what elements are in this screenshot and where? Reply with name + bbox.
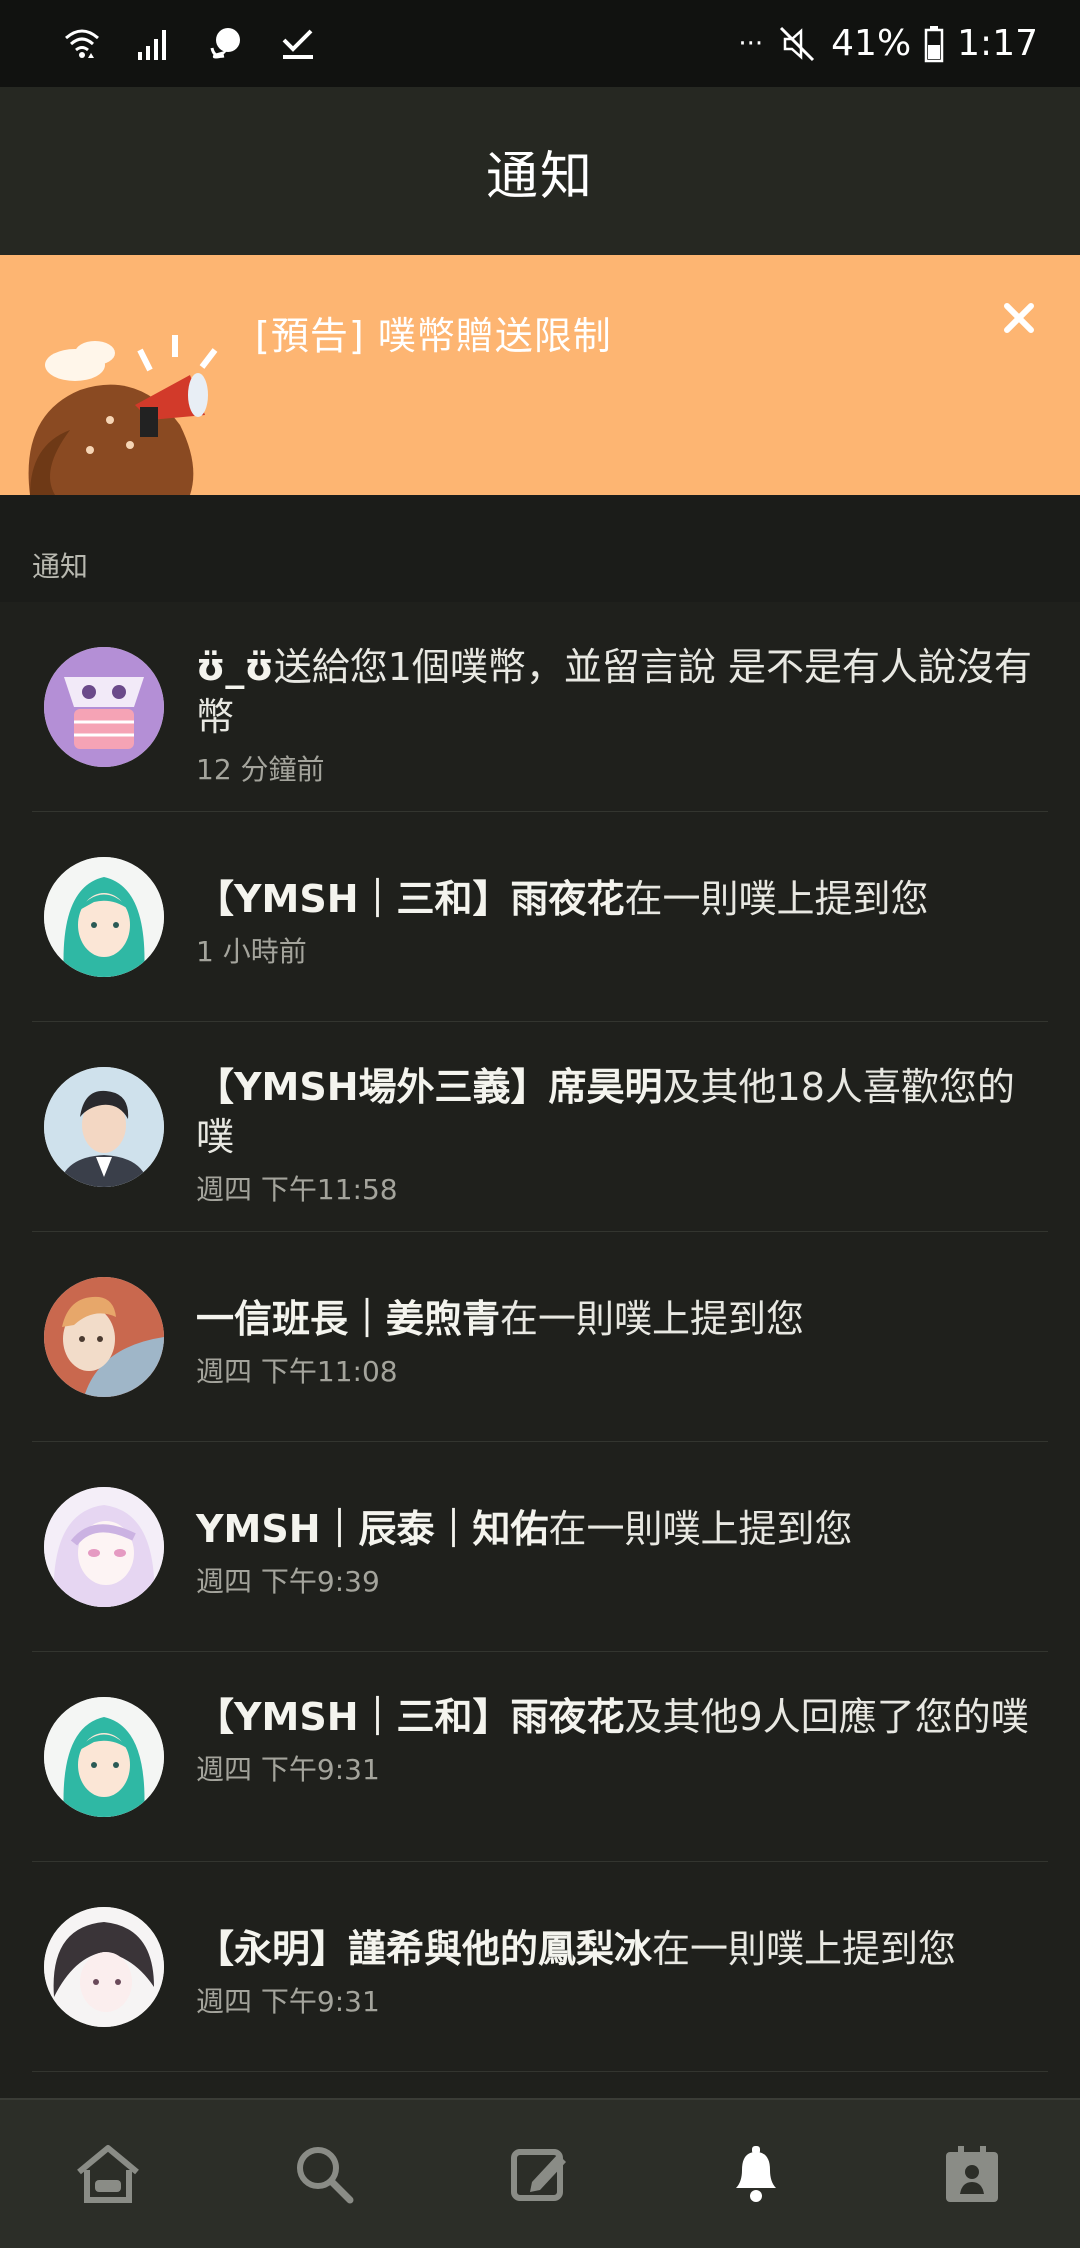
notification-user[interactable]: 【YMSH｜三和】雨夜花 bbox=[196, 1695, 625, 1739]
bell-icon[interactable] bbox=[711, 2129, 801, 2219]
teal-hair-avatar[interactable] bbox=[44, 1697, 164, 1817]
notification-action: 在一則噗上提到您 bbox=[548, 1507, 853, 1551]
battery-icon bbox=[923, 22, 945, 66]
suit-man-avatar[interactable] bbox=[44, 1067, 164, 1187]
mask-avatar[interactable] bbox=[44, 647, 164, 767]
section-header: 通知 bbox=[0, 495, 1080, 602]
mute-icon bbox=[775, 22, 819, 66]
notification-time: 週四 下午9:31 bbox=[196, 1753, 380, 1786]
notification-time: 1 小時前 bbox=[196, 935, 307, 968]
notification-time: 週四 下午9:39 bbox=[196, 1565, 380, 1598]
notification-time: 週四 下午11:08 bbox=[196, 1355, 398, 1388]
notification-action: 在一則噗上提到您 bbox=[652, 1927, 957, 1971]
clock: 1:17 bbox=[957, 23, 1038, 64]
notification-text: 【YMSH｜三和】雨夜花及其他9人回應了您的噗 bbox=[196, 1692, 1048, 1742]
notification-time: 週四 下午9:31 bbox=[196, 1985, 380, 2018]
page-title: 通知 bbox=[485, 146, 594, 207]
notification-action: 在一則噗上提到您 bbox=[500, 1297, 805, 1341]
notification-item[interactable]: 【YMSH｜三和】雨夜花及其他9人回應了您的噗 週四 下午9:31 bbox=[32, 1652, 1048, 1862]
banner-text[interactable]: [預告] 噗幣贈送限制 bbox=[255, 305, 612, 360]
notification-text: 【永明】謹希與他的鳳梨冰在一則噗上提到您 bbox=[196, 1924, 1048, 1974]
notification-item[interactable]: 【YMSH｜三和】雨夜花在一則噗上提到您 1 小時前 bbox=[32, 812, 1048, 1022]
notification-item[interactable]: 【YMSH場外三義】席昊明及其他18人喜歡您的噗 週四 下午11:58 bbox=[32, 1022, 1048, 1232]
signal-icon bbox=[132, 22, 176, 66]
download-done-icon bbox=[276, 22, 320, 66]
notification-user[interactable]: 【YMSH｜三和】雨夜花 bbox=[196, 877, 625, 921]
notification-user[interactable]: 一信班長｜姜煦青 bbox=[196, 1297, 500, 1341]
notification-text: ʊ̈_ʊ̈送給您1個噗幣，並留言說 是不是有人說沒有幣 bbox=[196, 642, 1048, 742]
notification-user[interactable]: YMSH｜辰泰｜知佑 bbox=[196, 1507, 549, 1551]
notification-text: 【YMSH｜三和】雨夜花在一則噗上提到您 bbox=[196, 874, 1048, 924]
notification-user[interactable]: 【永明】謹希與他的鳳梨冰 bbox=[196, 1927, 652, 1971]
notification-time: 週四 下午11:58 bbox=[196, 1173, 398, 1206]
more-status-icon: ··· bbox=[738, 28, 764, 59]
search-icon[interactable] bbox=[279, 2129, 369, 2219]
app-header: 通知 bbox=[0, 87, 1080, 255]
mascot-megaphone-illustration bbox=[20, 295, 230, 495]
notification-item[interactable]: ʊ̈_ʊ̈送給您1個噗幣，並留言說 是不是有人說沒有幣 12 分鐘前 bbox=[32, 602, 1048, 812]
dark-hair-avatar[interactable] bbox=[44, 1907, 164, 2027]
notification-text: YMSH｜辰泰｜知佑在一則噗上提到您 bbox=[196, 1504, 1048, 1554]
notification-action: 送給您1個噗幣，並留言說 是不是有人說沒有幣 bbox=[196, 645, 1032, 739]
notification-action: 及其他9人回應了您的噗 bbox=[624, 1695, 1029, 1739]
notification-list[interactable]: ʊ̈_ʊ̈送給您1個噗幣，並留言說 是不是有人說沒有幣 12 分鐘前 【YMSH… bbox=[0, 602, 1080, 2072]
notification-item[interactable]: 【永明】謹希與他的鳳梨冰在一則噗上提到您 週四 下午9:31 bbox=[32, 1862, 1048, 2072]
notification-item[interactable]: 一信班長｜姜煦青在一則噗上提到您 週四 下午11:08 bbox=[32, 1232, 1048, 1442]
close-icon[interactable] bbox=[994, 293, 1044, 343]
battery-percent: 41% bbox=[831, 23, 912, 64]
profile-card-icon[interactable] bbox=[927, 2129, 1017, 2219]
notification-action: 在一則噗上提到您 bbox=[624, 877, 929, 921]
announcement-banner[interactable]: [預告] 噗幣贈送限制 bbox=[0, 255, 1080, 495]
notification-text: 【YMSH場外三義】席昊明及其他18人喜歡您的噗 bbox=[196, 1062, 1048, 1162]
chat-bubble-icon bbox=[204, 22, 248, 66]
orange-hair-avatar[interactable] bbox=[44, 1277, 164, 1397]
notification-time: 12 分鐘前 bbox=[196, 753, 325, 786]
notification-item[interactable]: YMSH｜辰泰｜知佑在一則噗上提到您 週四 下午9:39 bbox=[32, 1442, 1048, 1652]
home-icon[interactable] bbox=[63, 2129, 153, 2219]
compose-icon[interactable] bbox=[495, 2129, 585, 2219]
bottom-nav bbox=[0, 2098, 1080, 2248]
status-bar: ··· 41% 1:17 bbox=[0, 0, 1080, 87]
notification-user[interactable]: 【YMSH場外三義】席昊明 bbox=[196, 1065, 663, 1109]
notification-user[interactable]: ʊ̈_ʊ̈ bbox=[196, 645, 274, 689]
lilac-hair-avatar[interactable] bbox=[44, 1487, 164, 1607]
wifi-icon bbox=[60, 22, 104, 66]
notification-text: 一信班長｜姜煦青在一則噗上提到您 bbox=[196, 1294, 1048, 1344]
teal-hair-avatar[interactable] bbox=[44, 857, 164, 977]
section-label: 通知 bbox=[32, 550, 89, 583]
